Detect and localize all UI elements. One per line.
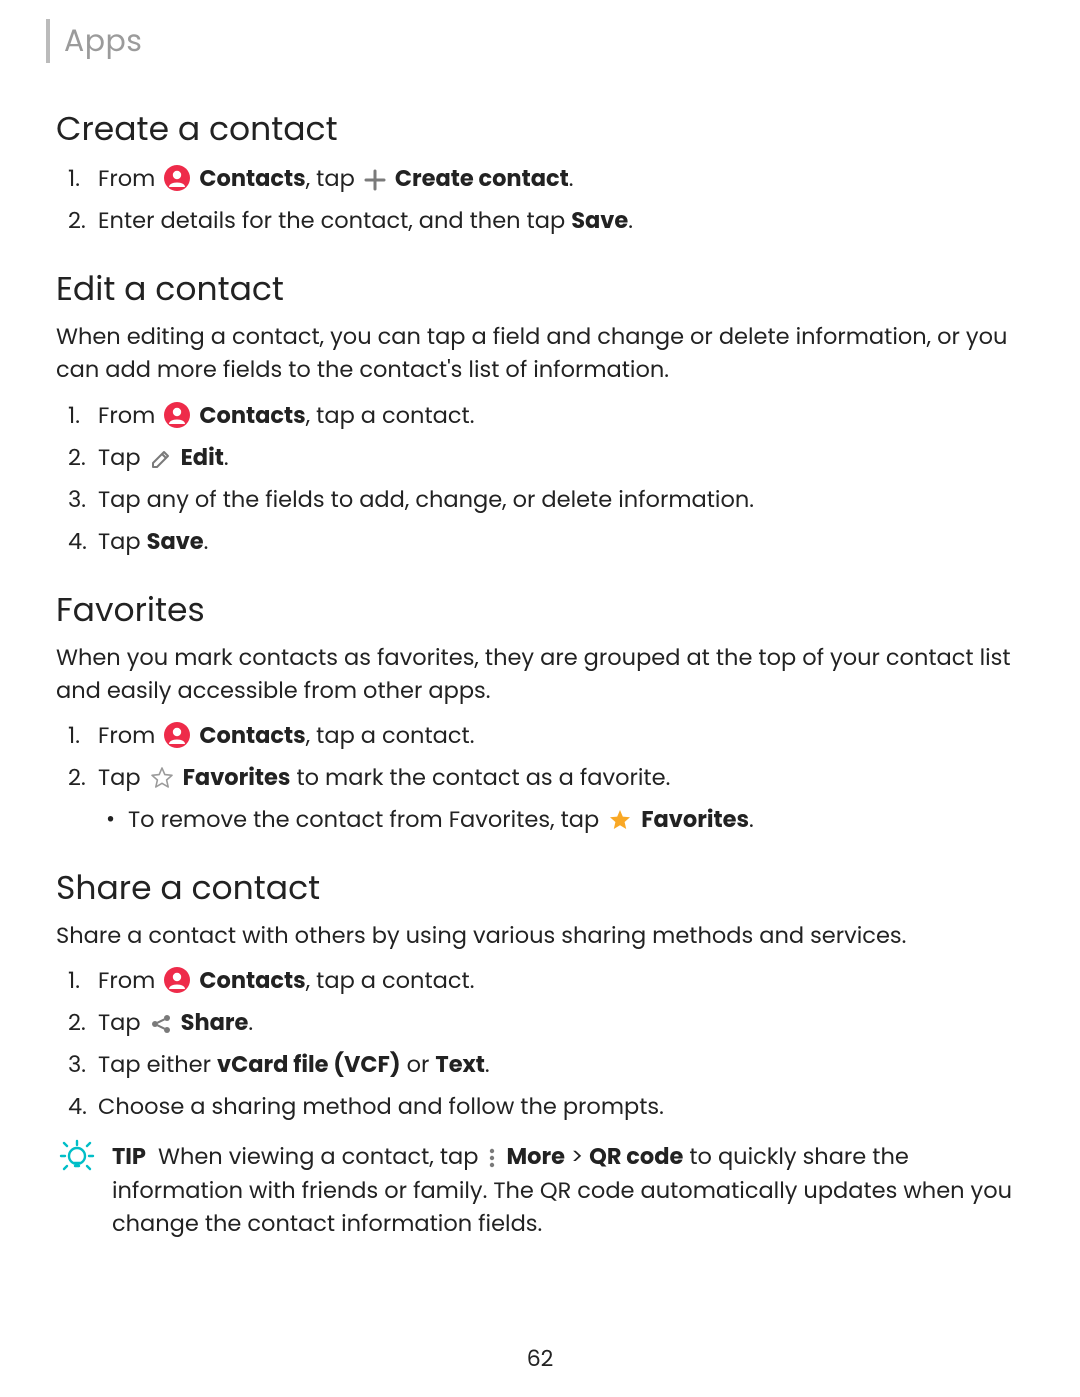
steps-share: From Contacts, tap a contact. Tap Share.… xyxy=(56,962,1024,1124)
edit-intro: When editing a contact, you can tap a fi… xyxy=(56,320,1024,387)
edit-label: Edit xyxy=(181,441,224,473)
plus-icon xyxy=(364,169,386,191)
share-intro: Share a contact with others by using var… xyxy=(56,919,1024,952)
steps-create: From Contacts, tap Create contact. Enter… xyxy=(56,160,1024,238)
header-rule xyxy=(46,19,50,63)
lightbulb-icon xyxy=(59,1138,95,1174)
favorites-label: Favorites xyxy=(641,803,749,835)
tip-text: TIP When viewing a contact, tap More > Q… xyxy=(112,1140,1024,1240)
running-head-text: Apps xyxy=(64,18,142,64)
contacts-icon xyxy=(164,402,190,428)
text-label: Text xyxy=(435,1048,485,1080)
share-label: Share xyxy=(181,1006,249,1038)
step: Choose a sharing method and follow the p… xyxy=(98,1088,1024,1124)
step: Tap Save. xyxy=(98,523,1024,559)
heading-create-contact: Create a contact xyxy=(56,104,1024,154)
more-dots-icon xyxy=(487,1147,497,1169)
steps-edit: From Contacts, tap a contact. Tap Edit. … xyxy=(56,397,1024,559)
step: From Contacts, tap a contact. xyxy=(98,962,1024,998)
edit-pencil-icon xyxy=(150,448,172,470)
substep: To remove the contact from Favorites, ta… xyxy=(128,801,1024,837)
running-head: Apps xyxy=(56,18,1024,64)
step: Tap Favorites to mark the contact as a f… xyxy=(98,759,1024,837)
heading-share-contact: Share a contact xyxy=(56,863,1024,913)
contacts-icon xyxy=(164,722,190,748)
share-icon xyxy=(150,1013,172,1035)
step: From Contacts, tap Create contact. xyxy=(98,160,1024,196)
contacts-icon xyxy=(164,165,190,191)
step: Tap Edit. xyxy=(98,439,1024,475)
step: Enter details for the contact, and then … xyxy=(98,202,1024,238)
contacts-icon xyxy=(164,967,190,993)
heading-favorites: Favorites xyxy=(56,585,1024,635)
favorites-label: Favorites xyxy=(183,761,291,793)
page: Apps Create a contact From Contacts, tap… xyxy=(0,0,1080,1397)
step: Tap any of the fields to add, change, or… xyxy=(98,481,1024,517)
tip-label: TIP xyxy=(112,1140,146,1172)
qr-code-label: QR code xyxy=(589,1140,683,1172)
vcard-label: vCard file (VCF) xyxy=(217,1048,401,1080)
tip-box: TIP When viewing a contact, tap More > Q… xyxy=(56,1140,1024,1240)
step: Tap Share. xyxy=(98,1004,1024,1040)
contacts-label: Contacts xyxy=(199,719,305,751)
star-outline-icon xyxy=(150,766,174,790)
favorites-intro: When you mark contacts as favorites, the… xyxy=(56,641,1024,708)
steps-favorites: From Contacts, tap a contact. Tap Favori… xyxy=(56,717,1024,837)
star-filled-icon xyxy=(608,808,632,832)
substeps-favorites: To remove the contact from Favorites, ta… xyxy=(98,801,1024,837)
contacts-label: Contacts xyxy=(199,399,305,431)
more-label: More xyxy=(506,1140,564,1172)
page-number: 62 xyxy=(0,1342,1080,1375)
heading-edit-contact: Edit a contact xyxy=(56,264,1024,314)
step: Tap either vCard file (VCF) or Text. xyxy=(98,1046,1024,1082)
create-contact-label: Create contact xyxy=(395,162,569,194)
save-label: Save xyxy=(147,525,204,557)
step: From Contacts, tap a contact. xyxy=(98,397,1024,433)
step: From Contacts, tap a contact. xyxy=(98,717,1024,753)
contacts-label: Contacts xyxy=(199,162,305,194)
contacts-label: Contacts xyxy=(199,964,305,996)
save-label: Save xyxy=(571,204,628,236)
